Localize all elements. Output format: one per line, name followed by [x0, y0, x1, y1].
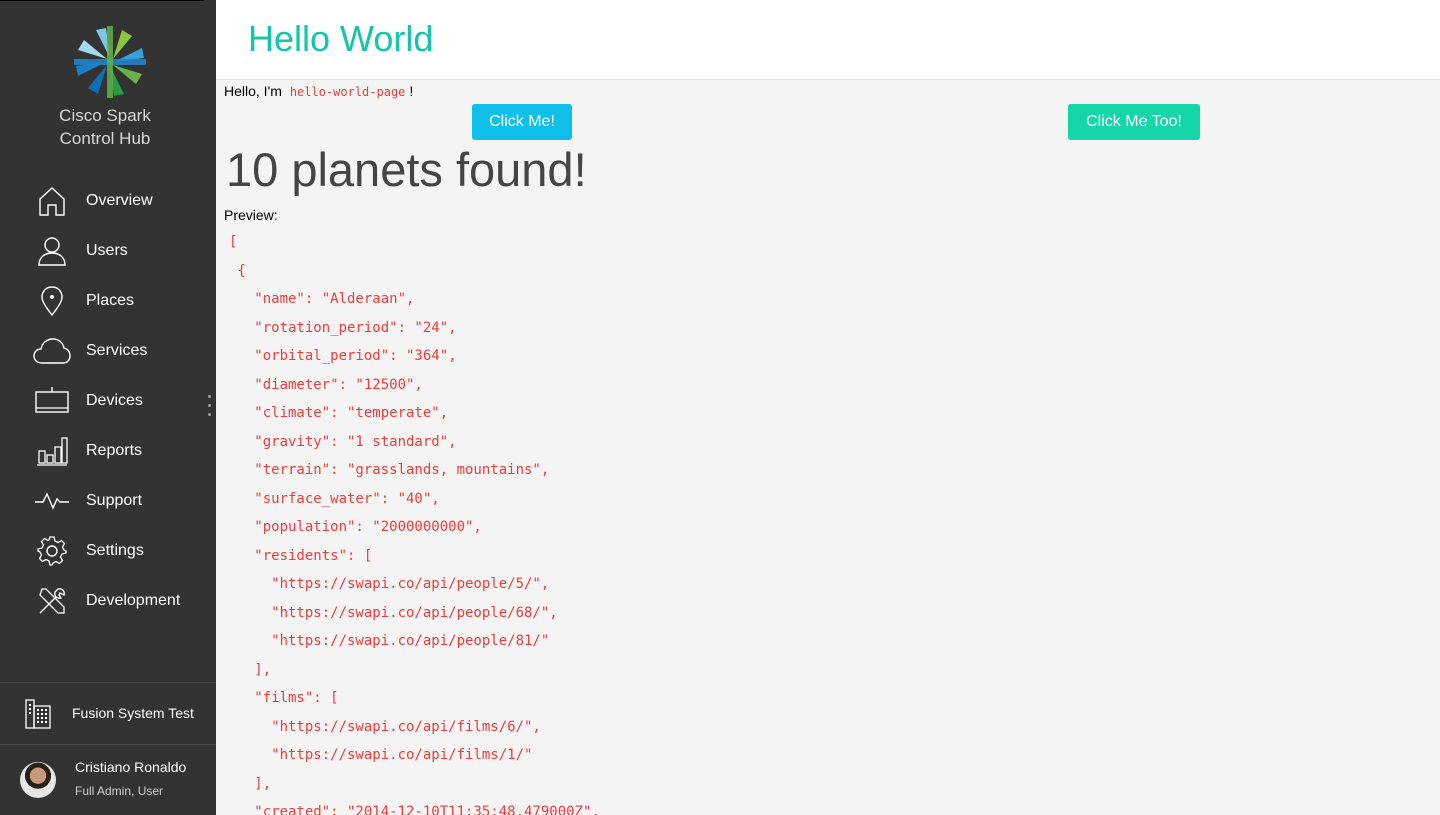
json-preview: [ { "name": "Alderaan", "rotation_period… [229, 228, 600, 815]
json-line: "rotation_period": "24", [229, 319, 457, 336]
sidebar-item-overview[interactable]: Overview [0, 176, 216, 226]
sidebar-item-reports[interactable]: Reports [0, 426, 216, 476]
json-line: { [229, 262, 246, 279]
hello-code: hello-world-page [289, 85, 406, 99]
main-content: Hello, I'm hello-world-page! Click Me! C… [216, 80, 1440, 815]
sidebar-item-users[interactable]: Users [0, 226, 216, 276]
org-switcher[interactable]: Fusion System Test [0, 682, 216, 745]
sidebar-item-label: Services [86, 342, 148, 359]
sidebar-item-label: Reports [86, 442, 143, 459]
json-line: "climate": "temperate", [229, 405, 449, 421]
sidebar-item-support[interactable]: Support [0, 476, 216, 526]
sidebar-nav: Overview Users Places Services Devices R… [0, 176, 216, 626]
json-line: "surface_water": "40", [229, 490, 440, 507]
json-line: "terrain": "grasslands, mountains", [229, 462, 550, 478]
sidebar-item-label: Settings [86, 542, 144, 559]
json-line: "https://swapi.co/api/people/68/", [229, 604, 558, 621]
brand-line-2: Control Hub [59, 129, 151, 148]
json-line: ], [229, 775, 272, 792]
json-line: "population": "2000000000", [229, 519, 482, 535]
home-icon [33, 184, 71, 218]
user-profile[interactable]: Cristiano Ronaldo Full Admin, User [0, 746, 216, 815]
page-title: Hello World [248, 18, 434, 59]
pulse-icon [33, 484, 71, 518]
user-icon [33, 234, 71, 268]
json-line: "https://swapi.co/api/people/5/", [229, 576, 550, 592]
hello-prefix: Hello, I'm [224, 83, 282, 99]
building-icon [25, 699, 51, 729]
sidebar-item-label: Overview [86, 192, 153, 209]
sidebar: Cisco Spark Control Hub Overview Users P… [0, 0, 216, 815]
json-line: "https://swapi.co/api/films/1/" [229, 747, 533, 763]
hello-suffix: ! [409, 83, 414, 99]
brand-name: Cisco Spark Control Hub [0, 104, 210, 150]
user-name: Cristiano Ronaldo [75, 759, 187, 775]
page-header: Hello World [216, 0, 1440, 80]
sidebar-top-divider [0, 0, 204, 1]
json-line: "created": "2014-12-10T11:35:48.479000Z"… [229, 804, 600, 815]
gear-icon [33, 534, 71, 568]
json-line: "diameter": "12500", [229, 376, 423, 393]
sidebar-item-settings[interactable]: Settings [0, 526, 216, 576]
cisco-spark-logo-icon [74, 26, 146, 98]
sidebar-resize-handle[interactable] [207, 395, 213, 421]
json-line: ], [229, 661, 272, 678]
sidebar-item-devices[interactable]: Devices [0, 376, 216, 426]
planets-found-heading: 10 planets found! [226, 143, 587, 196]
sidebar-item-development[interactable]: Development [0, 576, 216, 626]
avatar [20, 762, 56, 798]
json-line: "gravity": "1 standard", [229, 433, 457, 450]
json-line: "orbital_period": "364", [229, 348, 457, 364]
json-line: "name": "Alderaan", [229, 291, 415, 307]
tools-icon [33, 584, 71, 618]
json-line: "residents": [ [229, 547, 373, 564]
sidebar-item-label: Devices [86, 392, 143, 409]
bar-chart-icon [33, 434, 71, 468]
org-name: Fusion System Test [72, 705, 194, 721]
sidebar-item-label: Development [86, 592, 181, 609]
hello-text: Hello, I'm hello-world-page! [224, 83, 413, 99]
click-me-button[interactable]: Click Me! [472, 104, 572, 140]
json-line: [ [229, 234, 238, 250]
sidebar-item-label: Places [86, 292, 135, 309]
brand-line-1: Cisco Spark [59, 106, 151, 125]
location-pin-icon [33, 284, 71, 318]
json-line: "films": [ [229, 690, 339, 706]
device-icon [33, 384, 71, 418]
user-role: Full Admin, User [75, 784, 164, 798]
cloud-icon [33, 334, 71, 368]
json-line: "https://swapi.co/api/people/81/" [229, 633, 550, 649]
click-me-too-button[interactable]: Click Me Too! [1068, 104, 1200, 140]
sidebar-item-services[interactable]: Services [0, 326, 216, 376]
preview-label: Preview: [224, 207, 278, 223]
sidebar-item-label: Users [86, 242, 128, 259]
sidebar-item-places[interactable]: Places [0, 276, 216, 326]
sidebar-item-label: Support [86, 492, 143, 509]
json-line: "https://swapi.co/api/films/6/", [229, 718, 541, 735]
